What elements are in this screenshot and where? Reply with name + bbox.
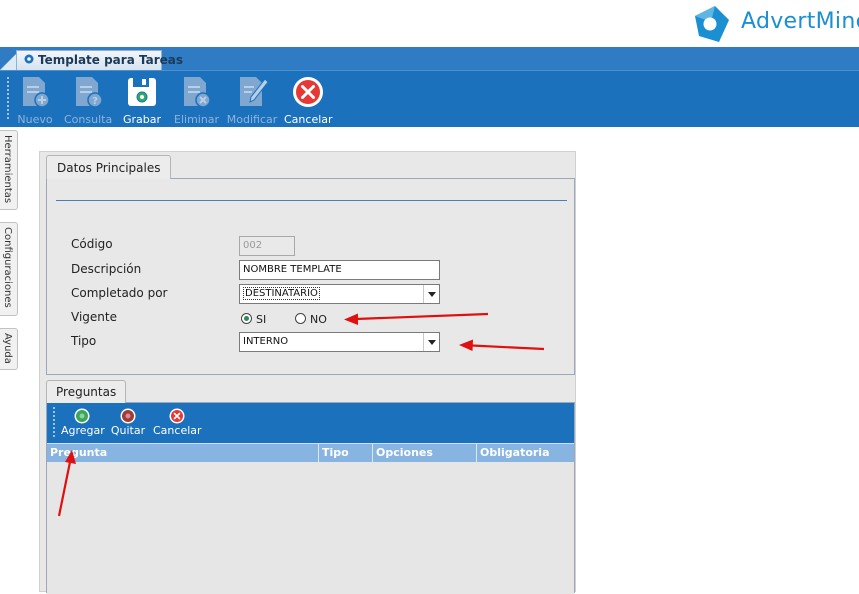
tab-title: Template para Tareas <box>38 53 184 67</box>
cancel-circle-icon <box>293 77 323 107</box>
document-edit-icon <box>240 77 269 106</box>
tab-template-para-tareas[interactable]: Template para Tareas <box>16 50 183 70</box>
tipo-label: Tipo <box>71 334 97 348</box>
consulta-button[interactable]: ? Consulta <box>64 75 113 126</box>
document-delete-icon <box>184 77 211 108</box>
side-tab-label: Ayuda <box>2 333 13 364</box>
location-pin-icon <box>24 54 34 64</box>
remove-circle-icon <box>120 408 136 424</box>
radio-label: SI <box>256 313 267 326</box>
quitar-label: Quitar <box>110 424 146 437</box>
preguntas-section: Agregar Quitar Cancelar Pregunta Tipo Op… <box>46 402 575 594</box>
datos-principales-section: Código 002 Descripción NOMBRE TEMPLATE C… <box>46 178 575 375</box>
tab-preguntas[interactable]: Preguntas <box>46 380 127 403</box>
tipo-value: INTERNO <box>243 336 289 347</box>
modificar-button[interactable]: Modificar <box>226 75 278 126</box>
tab-datos-principales[interactable]: Datos Principales <box>46 155 172 179</box>
tab-label: Datos Principales <box>57 161 161 175</box>
toolbar-grip <box>7 77 9 121</box>
descripcion-label: Descripción <box>71 262 142 276</box>
cancelar-button[interactable]: Cancelar <box>284 75 333 126</box>
consulta-label: Consulta <box>64 113 113 126</box>
cancel-circle-icon <box>169 408 185 424</box>
brand-name: AdvertMinc <box>741 9 859 34</box>
nuevo-button[interactable]: Nuevo <box>16 75 54 126</box>
radio-checked-icon <box>241 313 252 324</box>
side-tab-rail: Herramientas Configuraciones Ayuda <box>0 127 30 592</box>
vigente-radio-si[interactable]: SI <box>241 313 266 326</box>
cancelar-label: Cancelar <box>153 424 202 437</box>
quitar-button[interactable]: Quitar <box>109 408 147 437</box>
completado-por-value: DESTINATARIO <box>243 287 320 300</box>
brand-logo: AdvertMinc <box>689 0 859 46</box>
toolbar-grip <box>53 407 55 439</box>
window-tab-bar: Template para Tareas <box>0 47 859 70</box>
completado-por-label: Completado por <box>71 286 168 300</box>
cancelar-label: Cancelar <box>284 113 333 126</box>
tipo-select[interactable]: INTERNO <box>239 332 440 352</box>
codigo-field[interactable]: 002 <box>239 236 295 256</box>
main-toolbar: Nuevo ? Consulta Grabar Eliminar Modific… <box>0 70 859 127</box>
chevron-down-icon[interactable] <box>423 333 439 351</box>
tab-label: Preguntas <box>56 385 117 399</box>
radio-label: NO <box>310 313 327 326</box>
column-header-pregunta[interactable]: Pregunta <box>47 444 319 463</box>
modificar-label: Modificar <box>226 113 278 126</box>
codigo-label: Código <box>71 237 113 251</box>
side-tab-ayuda[interactable]: Ayuda <box>0 328 18 370</box>
preguntas-toolbar: Agregar Quitar Cancelar <box>47 403 574 443</box>
preguntas-grid-body[interactable] <box>47 462 574 594</box>
column-header-tipo[interactable]: Tipo <box>318 444 372 463</box>
tab-bar-wedge <box>0 54 16 70</box>
completado-por-select[interactable]: DESTINATARIO <box>239 284 440 304</box>
column-header-obligatoria[interactable]: Obligatoria <box>476 444 574 463</box>
chevron-down-icon[interactable] <box>423 285 439 303</box>
vigente-label: Vigente <box>71 310 117 324</box>
svg-text:?: ? <box>92 96 98 107</box>
advertmind-logo-icon <box>695 6 729 42</box>
side-tab-label: Herramientas <box>2 135 13 204</box>
side-tab-herramientas[interactable]: Herramientas <box>0 130 18 210</box>
side-tab-label: Configuraciones <box>2 227 13 308</box>
preguntas-cancelar-button[interactable]: Cancelar <box>153 408 202 437</box>
grabar-button[interactable]: Grabar <box>122 75 162 126</box>
document-query-icon: ? <box>76 77 103 108</box>
agregar-label: Agregar <box>61 424 105 437</box>
template-form-panel: Datos Principales Código 002 Descripción… <box>39 151 576 594</box>
preguntas-grid-header: Pregunta Tipo Opciones Obligatoria <box>47 443 574 463</box>
save-disk-icon <box>128 78 156 106</box>
eliminar-button[interactable]: Eliminar <box>174 75 220 126</box>
column-header-opciones[interactable]: Opciones <box>372 444 476 463</box>
nuevo-label: Nuevo <box>17 113 53 126</box>
document-add-icon <box>23 77 50 108</box>
vigente-radio-no[interactable]: NO <box>295 313 327 326</box>
agregar-button[interactable]: Agregar <box>61 408 105 437</box>
section-divider <box>56 200 567 201</box>
eliminar-label: Eliminar <box>174 113 220 126</box>
grabar-label: Grabar <box>122 113 162 126</box>
side-tab-configuraciones[interactable]: Configuraciones <box>0 222 18 316</box>
add-circle-icon <box>74 408 90 424</box>
radio-unchecked-icon <box>295 313 306 324</box>
descripcion-field[interactable]: NOMBRE TEMPLATE <box>239 260 440 280</box>
